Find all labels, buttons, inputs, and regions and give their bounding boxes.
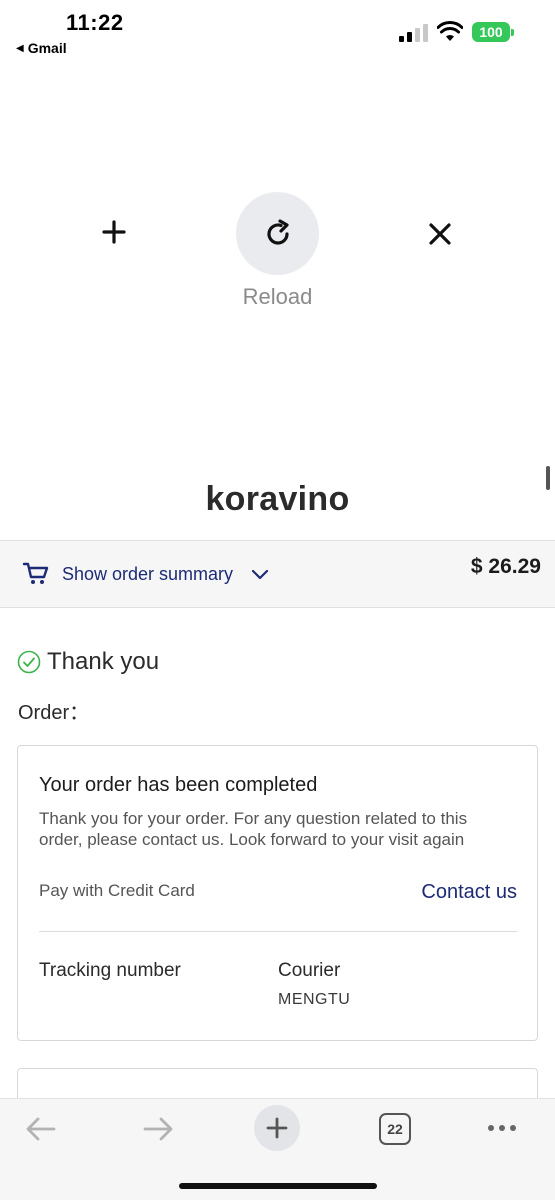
chevron-down-icon — [251, 569, 269, 580]
order-total: $ 26.29 — [470, 555, 541, 578]
courier-label: Courier — [278, 960, 341, 981]
wifi-icon — [437, 21, 463, 41]
check-circle-icon — [17, 650, 41, 674]
home-indicator[interactable] — [179, 1183, 377, 1189]
battery-indicator: 100 — [472, 22, 514, 42]
store-brand-title[interactable]: koravino — [0, 480, 555, 519]
order-completed-card: Your order has been completed Thank you … — [17, 745, 538, 1041]
plus-icon[interactable] — [98, 216, 130, 248]
tabs-icon[interactable]: 22 — [379, 1113, 411, 1145]
status-time: 11:22 — [66, 10, 124, 35]
forward-arrow-icon[interactable] — [141, 1115, 175, 1143]
reload-label: Reload — [242, 284, 313, 309]
cellular-signal-icon — [399, 22, 428, 42]
order-summary-bar: Show order summary $ 26.29 — [0, 540, 555, 608]
back-to-app-button[interactable]: ◀ Gmail — [16, 40, 67, 56]
tracking-number-label: Tracking number — [39, 960, 181, 981]
back-app-label: Gmail — [27, 40, 67, 56]
close-icon[interactable] — [424, 218, 456, 250]
order-completed-message: Thank you for your order. For any questi… — [39, 809, 468, 849]
payment-method: Pay with Credit Card — [39, 881, 195, 900]
reload-button[interactable] — [236, 192, 319, 275]
order-completed-title: Your order has been completed — [39, 774, 318, 796]
thank-you-heading: Thank you — [17, 648, 159, 676]
card-divider — [39, 931, 517, 932]
thank-you-text: Thank you — [47, 648, 160, 675]
reload-icon — [266, 218, 289, 245]
back-triangle-icon: ◀ — [16, 42, 24, 54]
show-order-summary-label: Show order summary — [62, 563, 234, 584]
cart-icon — [22, 562, 49, 584]
order-number-label: Order： — [18, 702, 90, 724]
courier-value: MENGTU — [278, 991, 351, 1008]
new-tab-button[interactable] — [254, 1105, 300, 1151]
show-order-summary-toggle[interactable]: Show order summary — [22, 561, 271, 587]
back-arrow-icon[interactable] — [24, 1115, 58, 1143]
new-tab-icon — [266, 1117, 288, 1139]
more-icon[interactable] — [488, 1125, 516, 1131]
contact-us-link[interactable]: Contact us — [421, 881, 517, 904]
